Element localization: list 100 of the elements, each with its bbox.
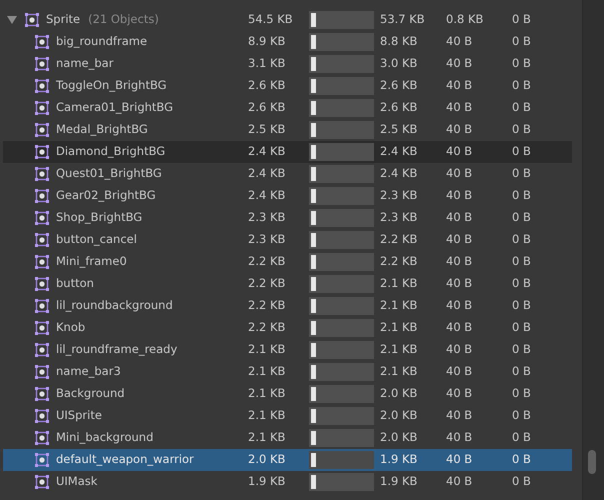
list-row[interactable]: UISprite 2.1 KB 2.0 KB 40 B 0 B (3, 405, 572, 427)
size-value: 1.9 KB (380, 473, 418, 490)
size-value: 0 B (512, 187, 531, 204)
list-row[interactable]: Sprite (21 Objects) 54.5 KB 53.7 KB 0.8 KB 0 B (3, 9, 572, 31)
size-value: 40 B (446, 473, 474, 490)
sprite-icon (35, 409, 49, 423)
list-row[interactable]: button_cancel 2.3 KB 2.2 KB 40 B 0 B (3, 229, 572, 251)
sprite-icon (35, 365, 49, 379)
asset-name: Mini_background (56, 429, 154, 446)
asset-name: Camera01_BrightBG (56, 99, 174, 116)
size-value: 2.2 KB (248, 275, 286, 292)
list-row[interactable]: Mini_frame0 2.2 KB 2.2 KB 40 B 0 B (3, 251, 572, 273)
list-row[interactable]: Medal_BrightBG 2.5 KB 2.5 KB 40 B 0 B (3, 119, 572, 141)
list-row[interactable]: Knob 2.2 KB 2.1 KB 40 B 0 B (3, 317, 572, 339)
size-value: 40 B (446, 231, 474, 248)
list-row[interactable]: name_bar 3.1 KB 3.0 KB 40 B 0 B (3, 53, 572, 75)
size-value: 0 B (512, 33, 531, 50)
size-value: 0 B (512, 121, 531, 138)
size-value: 0 B (512, 275, 531, 292)
sprite-icon (25, 13, 39, 27)
asset-name: Sprite (46, 11, 80, 28)
sprite-icon (35, 123, 49, 137)
list-row[interactable]: button 2.2 KB 2.1 KB 40 B 0 B (3, 273, 572, 295)
size-value: 0 B (512, 99, 531, 116)
size-value: 8.9 KB (248, 33, 286, 50)
asset-name: lil_roundbackground (56, 297, 173, 314)
sprite-icon (35, 277, 49, 291)
list-row[interactable]: Camera01_BrightBG 2.6 KB 2.6 KB 40 B 0 B (3, 97, 572, 119)
expand-arrow-icon[interactable] (7, 15, 17, 25)
list-row[interactable]: UIMask 1.9 KB 1.9 KB 40 B 0 B (3, 471, 572, 493)
size-value: 0 B (512, 253, 531, 270)
size-value: 2.1 KB (248, 407, 286, 424)
size-value: 40 B (446, 341, 474, 358)
size-value: 0 B (512, 209, 531, 226)
size-value: 0 B (512, 231, 531, 248)
size-value: 2.1 KB (380, 341, 418, 358)
asset-name: lil_roundframe_ready (56, 341, 178, 358)
size-value: 0 B (512, 55, 531, 72)
size-value: 2.1 KB (248, 363, 286, 380)
asset-name: UISprite (56, 407, 102, 424)
size-value: 0 B (512, 297, 531, 314)
scrollbar[interactable] (582, 0, 604, 500)
asset-name: Quest01_BrightBG (56, 165, 162, 182)
size-value: 1.9 KB (380, 451, 418, 468)
size-value: 0 B (512, 165, 531, 182)
list-row[interactable]: Mini_background 2.1 KB 2.0 KB 40 B 0 B (3, 427, 572, 449)
size-value: 2.2 KB (248, 297, 286, 314)
sprite-icon (35, 233, 49, 247)
asset-name: Background (56, 385, 125, 402)
sprite-icon (35, 299, 49, 313)
sprite-icon (35, 431, 49, 445)
asset-name: Gear02_BrightBG (56, 187, 156, 204)
list-row[interactable]: Background 2.1 KB 2.0 KB 40 B 0 B (3, 383, 572, 405)
list-row[interactable]: lil_roundframe_ready 2.1 KB 2.1 KB 40 B 0 B (3, 339, 572, 361)
size-value: 2.2 KB (248, 253, 286, 270)
size-value: 2.6 KB (248, 99, 286, 116)
size-value: 2.6 KB (248, 77, 286, 94)
size-value: 2.4 KB (248, 143, 286, 160)
list-row[interactable]: big_roundframe 8.9 KB 8.8 KB 40 B 0 B (3, 31, 572, 53)
list-row[interactable]: default_weapon_warrior 2.0 KB 1.9 KB 40 B 0 B (3, 449, 572, 471)
size-value: 40 B (446, 363, 474, 380)
size-value: 53.7 KB (380, 11, 426, 28)
size-value: 40 B (446, 385, 474, 402)
sprite-icon (35, 145, 49, 159)
size-value: 40 B (446, 165, 474, 182)
size-value: 0 B (512, 143, 531, 160)
scrollbar-thumb[interactable] (588, 450, 596, 474)
sprite-icon (35, 343, 49, 357)
list-row[interactable]: lil_roundbackground 2.2 KB 2.1 KB 40 B 0 B (3, 295, 572, 317)
asset-name: big_roundframe (56, 33, 148, 50)
size-value: 2.4 KB (248, 187, 286, 204)
sprite-icon (35, 211, 49, 225)
list-row[interactable]: Quest01_BrightBG 2.4 KB 2.4 KB 40 B 0 B (3, 163, 572, 185)
size-value: 2.1 KB (248, 341, 286, 358)
size-value: 2.0 KB (248, 451, 286, 468)
size-value: 40 B (446, 187, 474, 204)
size-value: 0 B (512, 451, 531, 468)
size-value: 2.5 KB (248, 121, 286, 138)
size-value: 2.3 KB (380, 187, 418, 204)
size-value: 2.0 KB (380, 385, 418, 402)
size-value: 2.2 KB (380, 253, 418, 270)
list-row[interactable]: Gear02_BrightBG 2.4 KB 2.3 KB 40 B 0 B (3, 185, 572, 207)
size-value: 0 B (512, 407, 531, 424)
sprite-icon (35, 321, 49, 335)
sprite-icon (35, 475, 49, 489)
list-row[interactable]: name_bar3 2.1 KB 2.1 KB 40 B 0 B (3, 361, 572, 383)
list-row[interactable]: Shop_BrightBG 2.3 KB 2.3 KB 40 B 0 B (3, 207, 572, 229)
sprite-icon (35, 101, 49, 115)
size-value: 54.5 KB (248, 11, 294, 28)
size-value: 40 B (446, 77, 474, 94)
sprite-icon (35, 387, 49, 401)
size-value: 0 B (512, 77, 531, 94)
size-value: 2.2 KB (248, 319, 286, 336)
list-row[interactable]: Diamond_BrightBG 2.4 KB 2.4 KB 40 B 0 B (3, 141, 572, 163)
size-value: 2.1 KB (380, 319, 418, 336)
size-value: 40 B (446, 121, 474, 138)
list-row[interactable]: ToggleOn_BrightBG 2.6 KB 2.6 KB 40 B 0 B (3, 75, 572, 97)
size-value: 2.4 KB (248, 165, 286, 182)
size-value: 0 B (512, 363, 531, 380)
size-value: 0.8 KB (446, 11, 484, 28)
